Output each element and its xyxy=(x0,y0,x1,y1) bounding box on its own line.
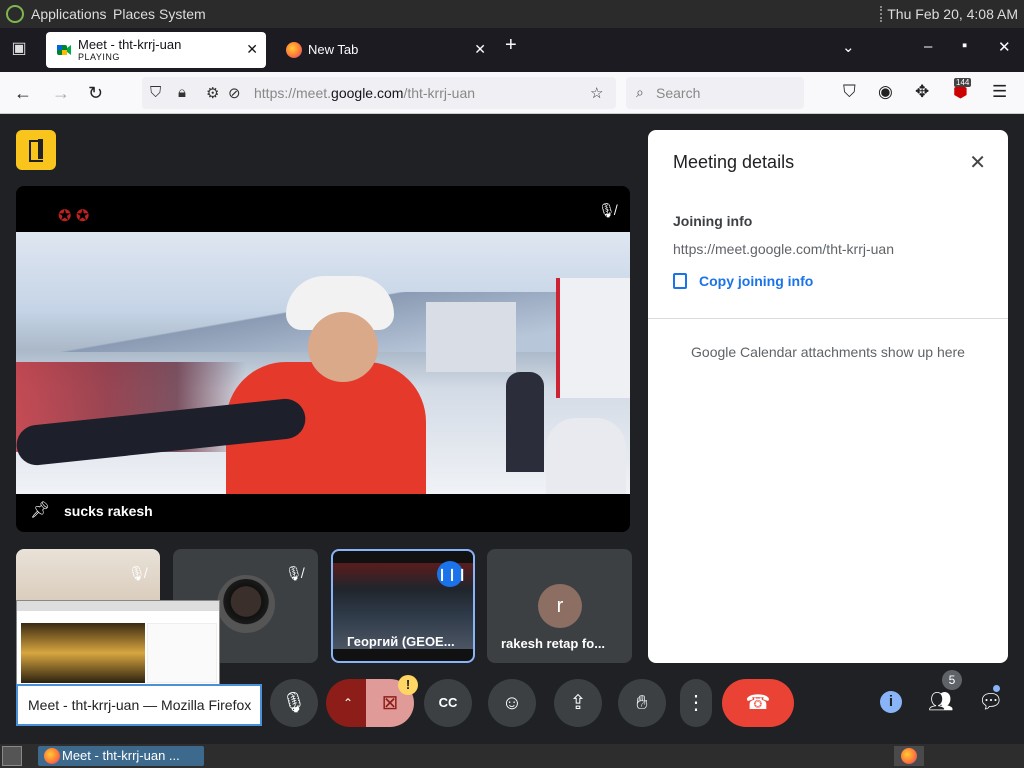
present-button[interactable]: ⇪ xyxy=(554,679,602,727)
mic-button[interactable]: 🎙︎ xyxy=(270,679,318,727)
bookmark-star-icon[interactable]: ☆ xyxy=(590,84,603,102)
browser-nav-bar: ← → ↻ ⛉ 🔒︎ ⚙ ⊘ https://meet.google.com/t… xyxy=(0,72,1024,114)
search-placeholder: Search xyxy=(656,85,701,101)
tab-title: New Tab xyxy=(308,42,359,57)
camera-blocked-icon[interactable]: ⊘ xyxy=(228,84,241,102)
taskbar-window-button[interactable]: Meet - tht-krrj-uan ... xyxy=(38,746,204,766)
new-tab-button[interactable]: + xyxy=(505,34,517,57)
people-icon[interactable]: 👥︎ xyxy=(928,689,953,714)
main-video[interactable]: ✪ ✪ 🎙︎̸ 📌︎ sucks rakesh xyxy=(16,186,630,532)
meet-area: ✪ ✪ 🎙︎̸ 📌︎ sucks rakesh 🎙︎̸ 🎙︎̸ y ❙❙❙ Ге… xyxy=(0,114,1024,744)
show-desktop-icon[interactable] xyxy=(2,746,22,766)
people-count-badge: 5 xyxy=(942,670,962,690)
url-bar[interactable]: ⛉ 🔒︎ ⚙ ⊘ https://meet.google.com/tht-krr… xyxy=(142,77,616,109)
close-icon[interactable]: ✕ xyxy=(969,150,986,175)
extension-badge: 144 xyxy=(954,78,972,87)
window-tooltip: Meet - tht-krrj-uan — Mozilla Firefox xyxy=(16,684,262,726)
pocket-icon[interactable]: ⛉ xyxy=(843,82,856,102)
maximize-button[interactable]: ▪ xyxy=(962,37,967,54)
forward-button[interactable]: → xyxy=(52,83,70,104)
google-meet-favicon-icon xyxy=(57,45,71,55)
avatar: r xyxy=(538,584,582,628)
shield-icon[interactable]: ⛉ xyxy=(150,84,161,101)
extensions-icon[interactable]: ✥ xyxy=(915,82,929,102)
emoji-icon: ☺ xyxy=(501,692,523,714)
chat-notification-dot xyxy=(993,685,1000,692)
camera-options-button[interactable]: ⌃ xyxy=(326,679,370,727)
camera-warning-badge: ! xyxy=(398,675,418,695)
participant-name: sucks rakesh xyxy=(64,503,153,519)
tab-close-icon[interactable]: ✕ xyxy=(246,41,258,58)
firefox-favicon-icon xyxy=(286,42,302,58)
menu-system[interactable]: System xyxy=(159,6,206,22)
speaking-icon: ❙❙❙ xyxy=(437,561,467,587)
calendar-attachments-text: Google Calendar attachments show up here xyxy=(691,344,965,360)
copy-icon xyxy=(673,273,687,289)
system-clock[interactable]: Thu Feb 20, 4:08 AM xyxy=(887,6,1018,22)
pin-icon[interactable]: 📌︎ xyxy=(30,500,50,520)
video-scene xyxy=(16,232,630,494)
joining-info-heading: Joining info xyxy=(673,213,753,229)
panel-title: Meeting details xyxy=(673,152,795,172)
tab-title: Meet - tht-krrj-uan xyxy=(78,37,182,52)
emoji-button[interactable]: ☺ xyxy=(488,679,536,727)
joining-url: https://meet.google.com/tht-krrj-uan xyxy=(673,241,894,257)
divider xyxy=(648,318,1008,319)
video-decoration: ✪ ✪ xyxy=(58,208,90,225)
raise-hand-icon: ✋︎ xyxy=(636,692,648,714)
mic-off-icon: 🎙︎̸ xyxy=(128,565,146,581)
system-top-bar: Applications Places System Thu Feb 20, 4… xyxy=(0,0,1024,28)
window-close-button[interactable]: ✕ xyxy=(998,38,1011,56)
list-all-tabs-icon[interactable]: ⌄ xyxy=(842,38,855,56)
chevron-up-icon: ⌃ xyxy=(342,696,354,710)
more-icon: ⋮ xyxy=(686,692,706,714)
reload-button[interactable]: ↻ xyxy=(88,83,103,104)
avatar xyxy=(217,575,275,633)
captions-button[interactable]: CC xyxy=(424,679,472,727)
firefox-icon xyxy=(44,748,60,764)
minimize-button[interactable]: – xyxy=(924,38,932,55)
present-icon: ⇪ xyxy=(569,692,587,714)
search-icon: ⌕ xyxy=(636,84,644,100)
chat-icon[interactable]: 💬︎ xyxy=(978,689,1003,714)
account-icon[interactable]: ◉ xyxy=(878,82,893,102)
system-taskbar: Meet - tht-krrj-uan ... xyxy=(0,744,1024,768)
permissions-icon[interactable]: ⚙ xyxy=(206,84,219,102)
raise-hand-button[interactable]: ✋︎ xyxy=(618,679,666,727)
workspace-switcher[interactable] xyxy=(894,746,924,766)
mic-icon: 🎙︎ xyxy=(281,692,307,714)
tab-new-tab[interactable]: New Tab ✕ xyxy=(276,32,494,68)
browser-tab-strip: ▣ Meet - tht-krrj-uan PLAYING ✕ New Tab … xyxy=(0,28,1024,72)
search-bar[interactable]: ⌕ Search xyxy=(626,77,804,109)
tab-meet[interactable]: Meet - tht-krrj-uan PLAYING ✕ xyxy=(46,32,266,68)
menu-places[interactable]: Places xyxy=(113,6,155,22)
hangup-icon: ☎︎ xyxy=(745,692,771,714)
distro-logo-icon[interactable] xyxy=(6,5,24,23)
tab-playing-label: PLAYING xyxy=(78,52,120,62)
copy-joining-info-button[interactable]: Copy joining info xyxy=(673,273,813,289)
firefox-icon xyxy=(901,748,917,764)
participant-name: Георгий (GEOE... xyxy=(347,634,455,649)
hangup-button[interactable]: ☎︎ xyxy=(722,679,794,727)
mic-off-icon: 🎙︎̸ xyxy=(285,565,303,581)
app-menu-icon[interactable]: ☰ xyxy=(992,82,1007,102)
leave-door-icon[interactable] xyxy=(16,130,56,170)
window-preview-thumbnail xyxy=(16,600,220,686)
back-button[interactable]: ← xyxy=(14,83,32,104)
tray-separator xyxy=(880,6,884,22)
meeting-details-panel: Meeting details ✕ Joining info https://m… xyxy=(648,130,1008,663)
captions-icon: CC xyxy=(438,695,458,710)
more-options-button[interactable]: ⋮ xyxy=(680,679,712,727)
participant-tile[interactable]: ❙❙❙ Георгий (GEOE... xyxy=(331,549,475,663)
participant-tile[interactable]: r rakesh retap fo... xyxy=(487,549,632,663)
participant-name: rakesh retap fo... xyxy=(501,636,606,651)
menu-applications[interactable]: Applications xyxy=(31,6,107,22)
tab-close-icon[interactable]: ✕ xyxy=(474,41,486,58)
info-icon[interactable]: i xyxy=(880,691,902,713)
camera-off-icon: ⊠ xyxy=(381,692,399,714)
lock-icon[interactable]: 🔒︎ xyxy=(178,84,186,101)
url-text[interactable]: https://meet.google.com/tht-krrj-uan xyxy=(254,85,475,101)
firefox-view-icon[interactable]: ▣ xyxy=(8,38,30,58)
mic-off-icon: 🎙︎̸ xyxy=(598,202,616,218)
